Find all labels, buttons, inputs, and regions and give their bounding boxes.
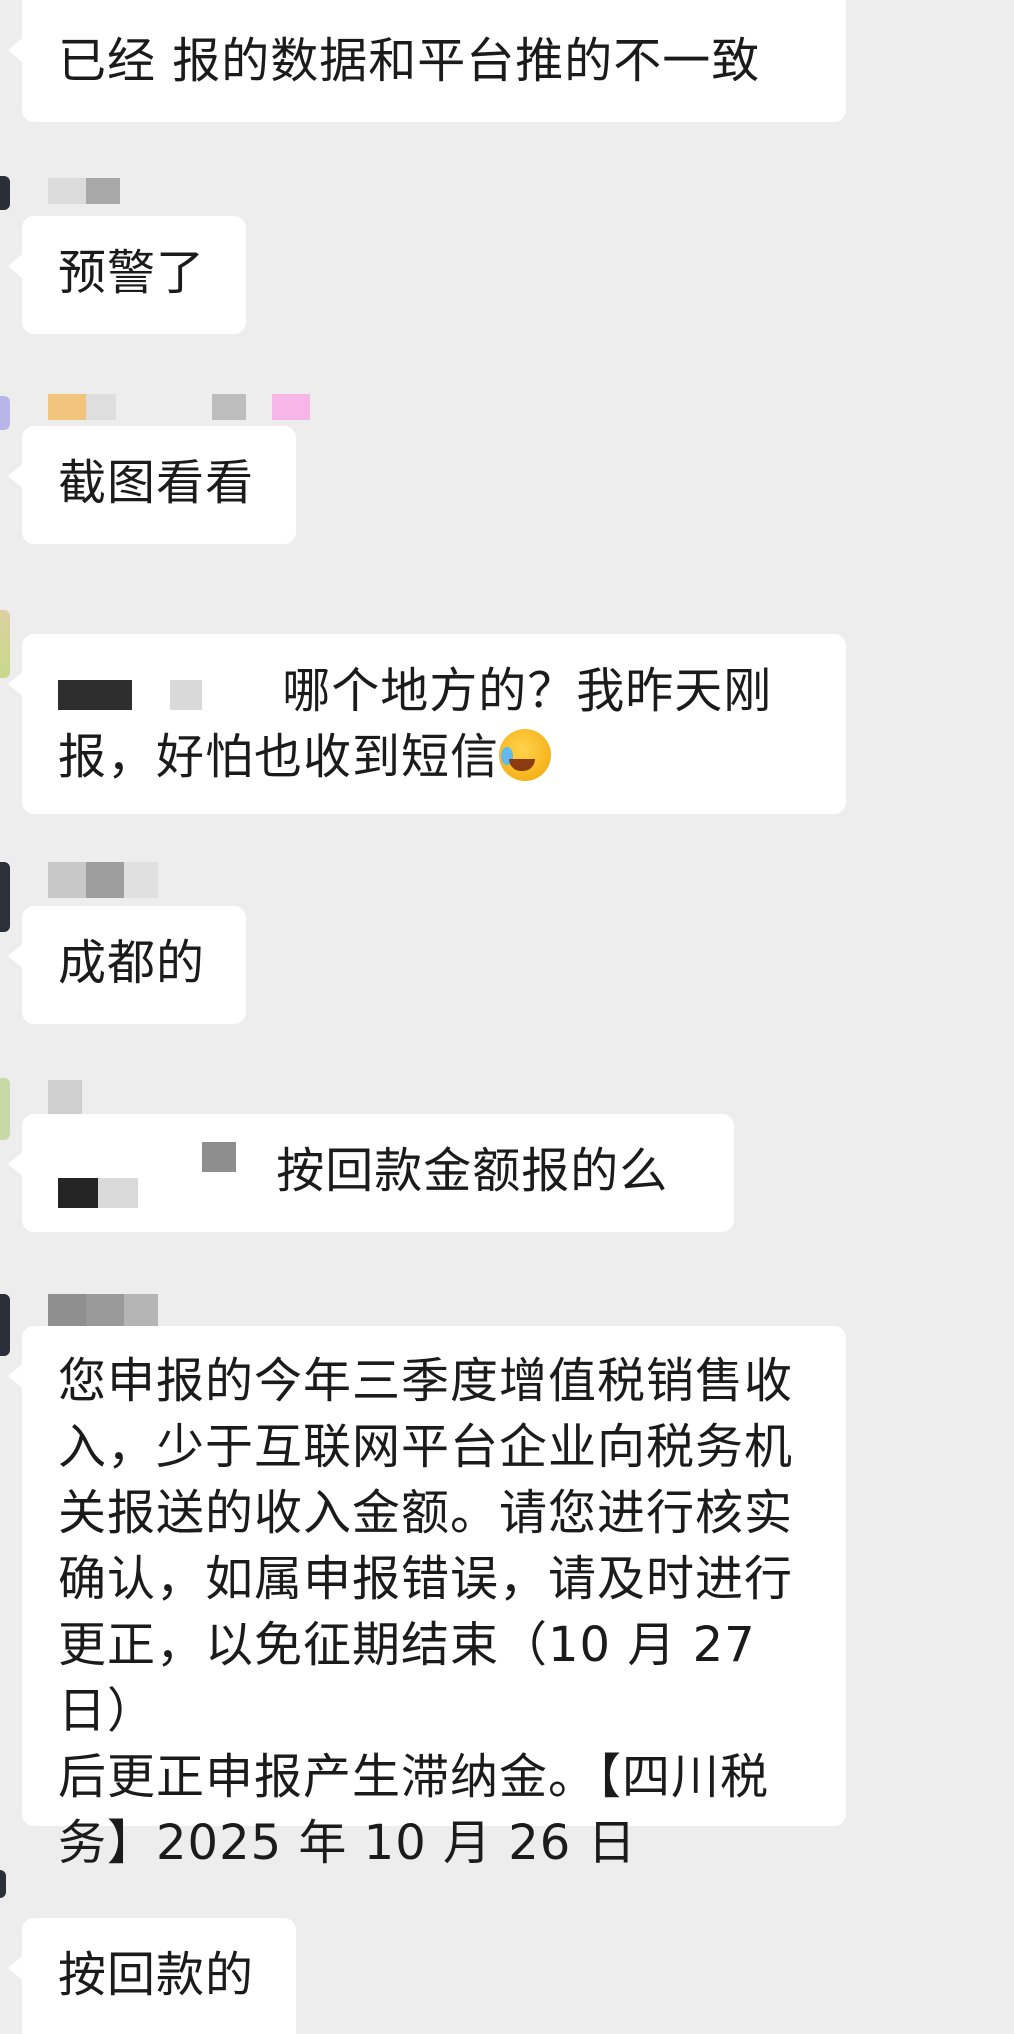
message-text: 成都的 — [58, 935, 206, 991]
message-bubble[interactable]: 您申报的今年三季度增值税销售收 入，少于互联网平台企业向税务机 关报送的收入金额… — [8, 1326, 846, 1871]
avatar[interactable] — [0, 1078, 10, 1140]
chat-message-list[interactable]: 已经 报的数据和平台推的不一致 预警了 截图看看 哪个地方的？我昨天刚 报，好怕… — [0, 0, 1014, 2034]
mention-tag[interactable] — [58, 661, 202, 727]
message-text: 预警了 — [58, 245, 206, 301]
message-line: 务】2025 年 10 月 26 日 — [58, 1815, 637, 1871]
message-bubble[interactable]: 哪个地方的？我昨天刚 报，好怕也收到短信 — [8, 634, 846, 814]
sender-name — [48, 1294, 158, 1328]
message-bubble[interactable]: 按回款金额报的么 — [8, 1114, 734, 1232]
sender-name — [48, 178, 120, 204]
avatar[interactable] — [0, 176, 10, 210]
message-line: 入，少于互联网平台企业向税务机 — [58, 1419, 794, 1475]
avatar[interactable] — [0, 862, 10, 932]
message-bubble[interactable]: 预警了 — [8, 216, 246, 334]
message-text: 哪个地方的？我昨天刚 — [282, 663, 773, 719]
message-line: 关报送的收入金额。请您进行核实 — [58, 1485, 794, 1541]
avatar[interactable] — [0, 396, 10, 430]
message-text: 截图看看 — [58, 455, 255, 511]
laughing-crying-emoji-icon — [499, 729, 552, 781]
message-line: 确认，如属申报错误，请及时进行 — [58, 1551, 794, 1607]
sender-name — [48, 1080, 82, 1114]
sender-name — [48, 394, 310, 420]
message-bubble[interactable]: 已经 报的数据和平台推的不一致 — [8, 0, 846, 122]
message-line: 您申报的今年三季度增值税销售收 — [58, 1353, 794, 1409]
avatar[interactable] — [0, 610, 10, 678]
message-bubble[interactable]: 按回款的 — [8, 1918, 296, 2034]
message-text: 报，好怕也收到短信 — [58, 729, 500, 785]
message-bubble[interactable]: 截图看看 — [8, 426, 296, 544]
message-line: 更正，以免征期结束（10 月 27 日） — [58, 1617, 756, 1739]
mention-tag[interactable] — [58, 1142, 236, 1225]
message-bubble[interactable]: 成都的 — [8, 906, 246, 1024]
avatar[interactable] — [0, 1870, 6, 1898]
message-line: 后更正申报产生滞纳金。【四川税 — [58, 1749, 770, 1805]
message-text: 按回款的 — [58, 1947, 255, 2003]
message-text: 已经 报的数据和平台推的不一致 — [58, 33, 761, 89]
sender-name — [48, 862, 158, 898]
avatar[interactable] — [0, 1294, 10, 1356]
message-text: 按回款金额报的么 — [276, 1143, 669, 1199]
